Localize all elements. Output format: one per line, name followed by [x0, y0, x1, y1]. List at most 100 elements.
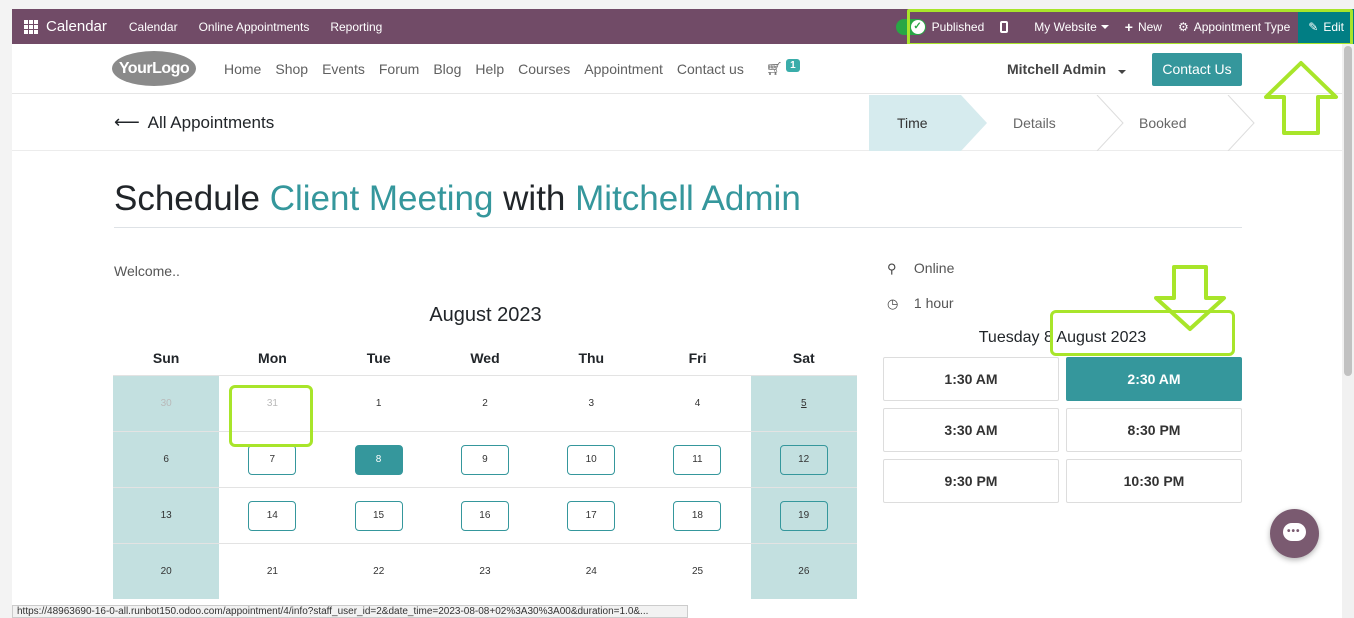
available-day-button[interactable]: 15 [354, 501, 403, 531]
app-brand[interactable]: Calendar [46, 18, 107, 35]
nav-contact-us[interactable]: Contact us [677, 61, 744, 77]
site-navbar: YourLogo Home Shop Events Forum Blog Hel… [12, 44, 1342, 94]
calendar-day: 24 [538, 544, 644, 599]
gear-icon: ⚙ [1177, 19, 1189, 34]
selected-time-slot[interactable]: 2:30 AM [1066, 357, 1242, 401]
pencil-icon: ✎ [1308, 19, 1319, 34]
calendar-day[interactable]: 15 [326, 488, 432, 543]
available-day-button[interactable]: 12 [779, 445, 828, 475]
progress-steps: Time Details Booked [869, 95, 1255, 151]
calendar-week: 6 7 8 9 10 11 12 [113, 431, 857, 487]
calendar-day[interactable]: 8 [326, 432, 432, 487]
page-scrollbar[interactable] [1342, 44, 1354, 618]
day-number: 21 [266, 566, 278, 577]
available-day-button[interactable]: 19 [779, 501, 828, 531]
calendar-week: 13 14 15 16 17 18 19 [113, 487, 857, 543]
weekday-tue: Tue [366, 350, 391, 366]
calendar-week: 20 21 22 23 24 25 26 [113, 543, 857, 599]
calendar-day: 22 [326, 544, 432, 599]
calendar-day: 4 [644, 376, 750, 431]
chat-button[interactable]: ••• [1270, 509, 1319, 558]
step-time-label: Time [897, 115, 928, 131]
day-number: 13 [160, 510, 172, 521]
calendar-day[interactable]: 10 [538, 432, 644, 487]
calendar-day[interactable]: 18 [644, 488, 750, 543]
map-marker-icon: ⚲ [887, 261, 897, 276]
back-link[interactable]: ⟵ All Appointments [114, 112, 274, 133]
time-slot-button[interactable]: 10:30 PM [1066, 459, 1242, 503]
time-slot-button[interactable]: 9:30 PM [883, 459, 1059, 503]
nav-forum[interactable]: Forum [379, 61, 419, 77]
nav-blog[interactable]: Blog [433, 61, 461, 77]
cart-link[interactable]: 🛒︎ 1 [766, 59, 800, 77]
nav-events[interactable]: Events [322, 61, 365, 77]
calendar-day[interactable]: 17 [538, 488, 644, 543]
apps-grid-icon[interactable] [24, 19, 38, 34]
day-number: 6 [163, 454, 169, 465]
menu-reporting[interactable]: Reporting [330, 20, 382, 34]
contact-us-button[interactable]: Contact Us [1152, 53, 1242, 86]
menu-online-appointments[interactable]: Online Appointments [199, 20, 310, 34]
available-day-button[interactable]: 10 [567, 445, 616, 475]
step-details: Details [1013, 95, 1056, 151]
clock-icon: ◷ [887, 296, 899, 311]
available-day-button[interactable]: 17 [567, 501, 616, 531]
available-day-button[interactable]: 14 [248, 501, 297, 531]
step-chevron [961, 95, 987, 151]
user-menu[interactable]: Mitchell Admin [1007, 61, 1126, 77]
calendar-day[interactable]: 14 [219, 488, 325, 543]
weekday-wed: Wed [470, 350, 500, 366]
nav-shop[interactable]: Shop [275, 61, 308, 77]
calendar-day: 5 [750, 376, 857, 431]
user-name: Mitchell Admin [1007, 61, 1107, 77]
calendar-day[interactable]: 9 [432, 432, 538, 487]
nav-home[interactable]: Home [224, 61, 261, 77]
toggle-switch[interactable]: ✓ [895, 18, 926, 35]
title-prefix: Schedule [114, 179, 260, 218]
time-slot-button[interactable]: 1:30 AM [883, 357, 1059, 401]
published-toggle[interactable]: ✓ Published [895, 18, 985, 35]
cart-icon: 🛒︎ [766, 61, 783, 76]
appointment-type-button[interactable]: ⚙ Appointment Type [1178, 20, 1290, 34]
published-label: Published [931, 19, 985, 34]
nav-help[interactable]: Help [475, 61, 504, 77]
day-number: 20 [160, 566, 172, 577]
calendar-week: 30 31 1 2 3 4 5 [113, 375, 857, 431]
calendar-day[interactable]: 12 [750, 432, 857, 487]
step-separator [1227, 95, 1255, 151]
menu-calendar[interactable]: Calendar [129, 20, 178, 34]
calendar-day: 2 [432, 376, 538, 431]
calendar-day[interactable]: 11 [644, 432, 750, 487]
caret-down-icon [1100, 24, 1109, 29]
website-dropdown[interactable]: My Website [1034, 20, 1109, 34]
available-day-button[interactable]: 7 [248, 445, 297, 475]
new-label: New [1137, 19, 1162, 34]
nav-appointment[interactable]: Appointment [584, 61, 663, 77]
day-number: 5 [801, 398, 807, 409]
calendar-day[interactable]: 16 [432, 488, 538, 543]
time-slot-button[interactable]: 8:30 PM [1066, 408, 1242, 452]
calendar-day[interactable]: 19 [750, 488, 857, 543]
new-button[interactable]: + New [1125, 19, 1162, 35]
status-bar-url: https://48963690-16-0-all.runbot150.odoo… [12, 605, 688, 618]
edit-button[interactable]: ✎ Edit [1298, 9, 1354, 44]
appointment-name: Client Meeting [269, 179, 494, 218]
time-slot-button[interactable]: 3:30 AM [883, 408, 1059, 452]
day-number: 23 [479, 566, 491, 577]
site-logo[interactable]: YourLogo [112, 51, 196, 86]
selected-day-button[interactable]: 8 [354, 445, 403, 475]
step-time: Time [869, 95, 961, 151]
calendar-day: 6 [113, 432, 220, 487]
available-day-button[interactable]: 9 [460, 445, 509, 475]
available-day-button[interactable]: 18 [673, 501, 722, 531]
weekday-fri: Fri [688, 350, 707, 366]
page-title: Schedule Client Meeting with Mitchell Ad… [114, 179, 801, 219]
scrollbar-thumb[interactable] [1344, 46, 1352, 376]
mobile-preview-button[interactable] [1000, 20, 1018, 33]
available-day-button[interactable]: 11 [673, 445, 722, 475]
nav-courses[interactable]: Courses [518, 61, 570, 77]
day-number: 24 [585, 566, 597, 577]
down-arrow-annotation [1154, 265, 1226, 331]
calendar-day: 21 [219, 544, 325, 599]
available-day-button[interactable]: 16 [460, 501, 509, 531]
